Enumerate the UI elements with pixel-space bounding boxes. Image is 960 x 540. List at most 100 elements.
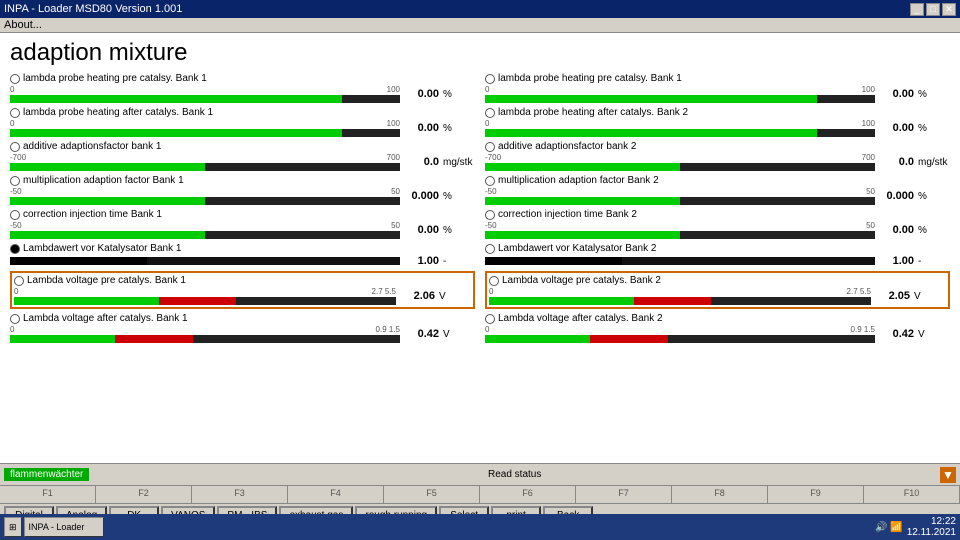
radio-row6-right[interactable] [485, 244, 495, 254]
radio-row1-left[interactable] [10, 74, 20, 84]
bar-track-row5-left [10, 231, 400, 239]
unit-row1-left: % [443, 89, 475, 100]
status-left-label: flammenwächter [4, 468, 89, 481]
fn-key-f5[interactable]: F5 [384, 486, 480, 503]
bar-green-row8-left [10, 335, 115, 343]
bar-red-row7-left [159, 297, 235, 305]
radio-row5-right[interactable] [485, 210, 495, 220]
bar-green-row8-right [485, 335, 590, 343]
window-controls[interactable]: _ □ ✕ [910, 3, 956, 16]
label-row3-left: additive adaptionsfactor bank 1 [23, 141, 161, 152]
menu-bar: About... [0, 18, 960, 33]
row-row4-right: multiplication adaption factor Bank 2-50… [485, 175, 950, 205]
close-button[interactable]: ✕ [942, 3, 956, 16]
fn-key-f2[interactable]: F2 [96, 486, 192, 503]
bar-red-row7-right [634, 297, 710, 305]
radio-row2-right[interactable] [485, 108, 495, 118]
label-row8-left: Lambda voltage after catalys. Bank 1 [23, 313, 188, 324]
radio-row7-right[interactable] [489, 276, 499, 286]
fn-key-f8[interactable]: F8 [672, 486, 768, 503]
bar-area-row2-left: 01000.00% [10, 119, 475, 137]
status-bar: flammenwächter Read status ▼ [0, 463, 960, 485]
bar-area-row1-left: 01000.00% [10, 85, 475, 103]
value-row2-right: 0.00 [879, 122, 914, 134]
fn-key-f9[interactable]: F9 [768, 486, 864, 503]
fn-key-f1[interactable]: F1 [0, 486, 96, 503]
radio-row7-left[interactable] [14, 276, 24, 286]
unit-row2-right: % [918, 123, 950, 134]
radio-row1-right[interactable] [485, 74, 495, 84]
unit-row4-left: % [443, 191, 475, 202]
label-row5-right: correction injection time Bank 2 [498, 209, 637, 220]
bar-track-row6-left [10, 257, 400, 265]
radio-row8-left[interactable] [10, 314, 20, 324]
row-row7-right: Lambda voltage pre catalys. Bank 202.7 5… [485, 271, 950, 309]
bar-green-row1-left [10, 95, 342, 103]
fn-key-f6[interactable]: F6 [480, 486, 576, 503]
label-row3-right: additive adaptionsfactor bank 2 [498, 141, 636, 152]
start-button[interactable]: ⊞ [4, 517, 22, 537]
fn-key-f10[interactable]: F10 [864, 486, 960, 503]
label-row2-right: lambda probe heating after catalys. Bank… [498, 107, 688, 118]
label-row4-left: multiplication adaption factor Bank 1 [23, 175, 184, 186]
radio-row5-left[interactable] [10, 210, 20, 220]
bar-track-row7-right [489, 297, 871, 305]
bar-green-row3-left [10, 163, 205, 171]
row-row2-left: lambda probe heating after catalys. Bank… [10, 107, 475, 137]
date: 12.11.2021 [907, 527, 956, 538]
arrow-down-icon[interactable]: ▼ [940, 467, 956, 483]
function-key-bar: F1F2F3F4F5F6F7F8F9F10 [0, 485, 960, 503]
value-row4-right: 0.000 [879, 190, 914, 202]
bar-track-row6-right [485, 257, 875, 265]
bar-track-row4-right [485, 197, 875, 205]
radio-row6-left[interactable] [10, 244, 20, 254]
menu-about[interactable]: About... [4, 19, 42, 31]
bar-track-row3-right [485, 163, 875, 171]
fn-key-f3[interactable]: F3 [192, 486, 288, 503]
bar-green-row4-left [10, 197, 205, 205]
value-row4-left: 0.000 [404, 190, 439, 202]
maximize-button[interactable]: □ [926, 3, 940, 16]
bar-area-row2-right: 01000.00% [485, 119, 950, 137]
radio-row4-left[interactable] [10, 176, 20, 186]
radio-row3-left[interactable] [10, 142, 20, 152]
radio-row8-right[interactable] [485, 314, 495, 324]
unit-row6-right: - [918, 256, 950, 267]
row-row4-left: multiplication adaption factor Bank 1-50… [10, 175, 475, 205]
row-row5-left: correction injection time Bank 1-50500.0… [10, 209, 475, 239]
data-rows-container: lambda probe heating pre catalsy. Bank 1… [10, 73, 950, 347]
bar-red-row8-right [590, 335, 668, 343]
bar-area-row5-left: -50500.00% [10, 221, 475, 239]
fn-key-f7[interactable]: F7 [576, 486, 672, 503]
radio-row2-left[interactable] [10, 108, 20, 118]
value-row6-left: 1.00 [404, 255, 439, 267]
fn-key-f4[interactable]: F4 [288, 486, 384, 503]
row-row8-left: Lambda voltage after catalys. Bank 100.9… [10, 313, 475, 343]
row-row7-left: Lambda voltage pre catalys. Bank 102.7 5… [10, 271, 475, 309]
row-row1-left: lambda probe heating pre catalsy. Bank 1… [10, 73, 475, 103]
bar-area-row8-right: 00.9 1.50.42V [485, 325, 950, 343]
label-row1-right: lambda probe heating pre catalsy. Bank 1 [498, 73, 682, 84]
window-title: INPA - Loader MSD80 Version 1.001 [4, 3, 182, 15]
bar-green-row7-right [489, 297, 634, 305]
bar-area-row5-right: -50500.00% [485, 221, 950, 239]
unit-row1-right: % [918, 89, 950, 100]
value-row5-left: 0.00 [404, 224, 439, 236]
unit-row7-right: V [914, 291, 946, 302]
taskbar-app-btn[interactable]: INPA - Loader [24, 517, 104, 537]
bar-track-row2-right [485, 129, 875, 137]
unit-row7-left: V [439, 291, 471, 302]
unit-row5-right: % [918, 225, 950, 236]
bar-area-row6-right: 1.00- [485, 255, 950, 267]
left-column: lambda probe heating pre catalsy. Bank 1… [10, 73, 485, 347]
tray-icons: 🔊 📶 [875, 522, 903, 533]
value-row3-right: 0.0 [879, 156, 914, 168]
page-title: adaption mixture [10, 39, 950, 67]
bar-area-row7-left: 02.7 5.52.06V [14, 287, 471, 305]
status-center-label: Read status [488, 469, 541, 480]
minimize-button[interactable]: _ [910, 3, 924, 16]
radio-row4-right[interactable] [485, 176, 495, 186]
value-row8-left: 0.42 [404, 328, 439, 340]
radio-row3-right[interactable] [485, 142, 495, 152]
bar-area-row4-left: -50500.000% [10, 187, 475, 205]
